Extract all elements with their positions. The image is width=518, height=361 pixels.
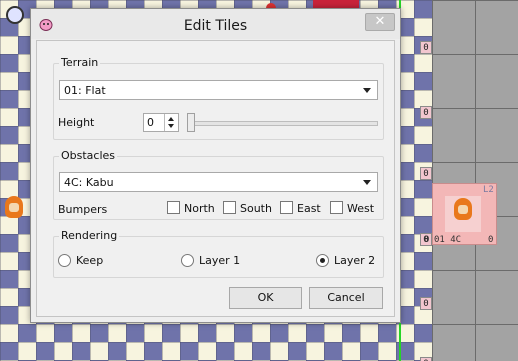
render-layer2-radio[interactable] xyxy=(316,254,329,267)
render-keep-radio[interactable] xyxy=(58,254,71,267)
cell-marker: 0 xyxy=(420,106,432,119)
spin-down-icon[interactable] xyxy=(168,124,174,128)
dialog-content: Terrain 01: Flat Height 0 Obstacles 4C: … xyxy=(36,40,395,317)
obstacles-group-label: Obstacles xyxy=(59,149,118,162)
character-sprite-icon xyxy=(5,196,23,218)
bumper-north-label[interactable]: North xyxy=(184,202,215,215)
bumper-west-label[interactable]: West xyxy=(347,202,374,215)
edit-tiles-dialog: Edit Tiles ✕ Terrain 01: Flat Height 0 O… xyxy=(30,8,401,323)
character-sprite-icon xyxy=(454,198,472,220)
height-slider-thumb[interactable] xyxy=(187,113,195,132)
height-spin-buttons[interactable] xyxy=(164,114,178,131)
height-slider-track[interactable] xyxy=(187,121,378,126)
chevron-down-icon xyxy=(363,88,371,93)
bumper-north-checkbox[interactable] xyxy=(167,201,180,214)
obstacles-group: Obstacles 4C: Kabu Bumpers North South E… xyxy=(53,149,384,220)
obstacle-selected-value: 4C: Kabu xyxy=(64,176,114,189)
height-value: 0 xyxy=(147,116,154,129)
close-button[interactable]: ✕ xyxy=(365,13,395,31)
bumper-east-label[interactable]: East xyxy=(297,202,321,215)
bumper-south-checkbox[interactable] xyxy=(223,201,236,214)
height-label: Height xyxy=(58,116,95,129)
height-spinbox[interactable]: 0 xyxy=(143,113,179,132)
tile-info-right: 0 xyxy=(488,235,494,245)
dialog-title: Edit Tiles xyxy=(183,18,248,34)
render-layer1-label[interactable]: Layer 1 xyxy=(199,254,240,267)
render-layer2-label[interactable]: Layer 2 xyxy=(334,254,375,267)
bumpers-label: Bumpers xyxy=(58,203,108,216)
chevron-down-icon xyxy=(363,180,371,185)
bumper-east-checkbox[interactable] xyxy=(280,201,293,214)
terrain-group: Terrain 01: Flat Height 0 xyxy=(53,56,384,140)
bumper-south-label[interactable]: South xyxy=(240,202,272,215)
cancel-button[interactable]: Cancel xyxy=(309,287,383,309)
render-keep-label[interactable]: Keep xyxy=(76,254,103,267)
render-layer1-radio[interactable] xyxy=(181,254,194,267)
bumper-west-checkbox[interactable] xyxy=(330,201,343,214)
spin-up-icon[interactable] xyxy=(168,117,174,121)
obstacle-dropdown[interactable]: 4C: Kabu xyxy=(59,172,378,192)
sprite-icon xyxy=(6,6,24,24)
rendering-group-label: Rendering xyxy=(59,229,120,242)
terrain-selected-value: 01: Flat xyxy=(64,84,106,97)
cell-marker: 0 xyxy=(420,297,432,310)
cell-marker: 0 xyxy=(420,167,432,180)
ok-button[interactable]: OK xyxy=(229,287,302,309)
tile-info-left: 0 xyxy=(424,235,430,245)
radio-selected-dot xyxy=(320,258,325,263)
rendering-group: Rendering Keep Layer 1 Layer 2 xyxy=(53,229,384,278)
cell-marker: 0 xyxy=(420,357,432,361)
map-void-area xyxy=(432,0,518,361)
terrain-group-label: Terrain xyxy=(59,56,101,69)
terrain-dropdown[interactable]: 01: Flat xyxy=(59,80,378,100)
title-bar[interactable]: Edit Tiles ✕ xyxy=(31,9,400,39)
tile-layer-tag: L2 xyxy=(483,185,494,195)
cell-marker: 0 xyxy=(420,41,432,54)
tile-info-mid: 01 4C xyxy=(434,235,462,245)
